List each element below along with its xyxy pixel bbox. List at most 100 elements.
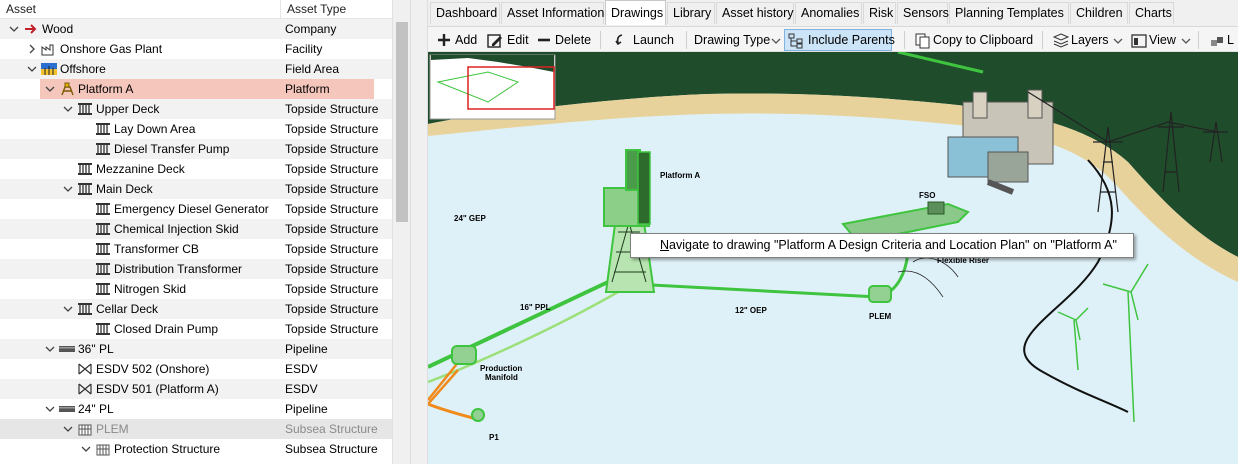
tree-row[interactable]: Transformer CB Topside Structure bbox=[0, 239, 392, 259]
collapse-chevron-icon[interactable] bbox=[62, 179, 74, 199]
tree-row[interactable]: Onshore Gas Plant Facility bbox=[0, 39, 392, 59]
tree-row[interactable]: PLEM Subsea Structure bbox=[0, 419, 392, 439]
collapse-chevron-icon[interactable] bbox=[80, 439, 92, 459]
tab-sensors[interactable]: Sensors bbox=[897, 2, 949, 24]
tree-row[interactable]: ESDV 502 (Onshore) ESDV bbox=[0, 359, 392, 379]
drawing-type-dropdown[interactable]: Drawing Type bbox=[690, 29, 782, 51]
tree-row[interactable]: Emergency Diesel Generator Topside Struct… bbox=[0, 199, 392, 219]
tab-risk[interactable]: Risk bbox=[863, 2, 896, 24]
tree-row[interactable]: Closed Drain Pump Topside Structure bbox=[0, 319, 392, 339]
plem-label: PLEM bbox=[869, 312, 892, 321]
struct-icon bbox=[95, 242, 111, 256]
add-button[interactable]: Add bbox=[432, 29, 480, 51]
tree-row[interactable]: Distribution Transformer Topside Structur… bbox=[0, 259, 392, 279]
layers-dropdown[interactable]: Layers bbox=[1048, 29, 1124, 51]
tree-row[interactable]: Nitrogen Skid Topside Structure bbox=[0, 279, 392, 299]
tree-row[interactable]: Main Deck Topside Structure bbox=[0, 179, 392, 199]
platform-a-graphic[interactable] bbox=[603, 149, 656, 293]
tree-row-label: 36" PL bbox=[78, 342, 114, 356]
tree-row-type: Subsea Structure bbox=[285, 422, 378, 436]
tree-row-type: Topside Structure bbox=[285, 302, 379, 316]
column-header-asset-type[interactable]: Asset Type bbox=[287, 2, 346, 16]
view-label: View bbox=[1149, 33, 1176, 47]
asset-tree[interactable]: Asset Asset Type Wood Company Onshore Gas … bbox=[0, 0, 410, 464]
overflow-toolbar-button[interactable]: L bbox=[1204, 29, 1238, 51]
collapse-chevron-icon[interactable] bbox=[62, 419, 74, 439]
p1-graphic[interactable] bbox=[471, 408, 485, 422]
tab-children[interactable]: Children bbox=[1070, 2, 1128, 24]
tab-charts[interactable]: Charts bbox=[1129, 2, 1174, 24]
tree-row-label: Lay Down Area bbox=[114, 122, 196, 136]
tab-asset-history[interactable]: Asset history bbox=[716, 2, 794, 24]
tree-row[interactable]: Platform A Platform bbox=[0, 79, 392, 99]
layers-label: Layers bbox=[1071, 33, 1109, 47]
collapse-chevron-icon[interactable] bbox=[44, 79, 56, 99]
launch-button[interactable]: Launch bbox=[608, 29, 682, 51]
tree-row[interactable]: Protection Structure Subsea Structure bbox=[0, 439, 392, 459]
tree-row[interactable]: Mezzanine Deck Topside Structure bbox=[0, 159, 392, 179]
field-icon bbox=[41, 62, 57, 76]
tree-row-label: Chemical Injection Skid bbox=[114, 222, 239, 236]
toolbar-separator bbox=[686, 31, 687, 49]
tree-scrollbar[interactable] bbox=[392, 0, 410, 464]
manifold-label-line2: Manifold bbox=[485, 373, 518, 382]
drawing-canvas[interactable]: Platform A FSO 24" GEP Flexible Riser 16… bbox=[428, 52, 1238, 464]
tab-drawings[interactable]: Drawings bbox=[605, 0, 666, 25]
onshore-gas-plant-graphic[interactable] bbox=[947, 89, 1054, 195]
collapse-chevron-icon[interactable] bbox=[62, 99, 74, 119]
collapse-chevron-icon[interactable] bbox=[44, 339, 56, 359]
scrollbar-thumb[interactable] bbox=[396, 22, 408, 222]
tree-row-type: Topside Structure bbox=[285, 142, 379, 156]
navigate-tooltip[interactable]: Navigate to drawing "Platform A Design C… bbox=[630, 233, 1134, 258]
collapse-chevron-icon[interactable] bbox=[44, 399, 56, 419]
panel-splitter[interactable] bbox=[410, 0, 428, 464]
delete-button[interactable]: Delete bbox=[532, 29, 594, 51]
cubes-icon bbox=[1211, 37, 1223, 46]
detail-panel: Dashboard Asset Information Drawings Librar… bbox=[428, 0, 1238, 464]
wind-turbines[interactable] bbox=[1057, 263, 1149, 423]
tree-row[interactable]: Lay Down Area Topside Structure bbox=[0, 119, 392, 139]
tree-row-label: Nitrogen Skid bbox=[114, 282, 187, 296]
collapse-chevron-icon[interactable] bbox=[26, 59, 38, 79]
view-dropdown[interactable]: View bbox=[1126, 29, 1194, 51]
subsea-icon bbox=[95, 442, 111, 456]
copy-label: Copy to Clipboard bbox=[933, 33, 1034, 47]
tree-row[interactable]: 24" PL Pipeline bbox=[0, 399, 392, 419]
expand-chevron-icon[interactable] bbox=[26, 39, 38, 59]
tree-row[interactable]: 36" PL Pipeline bbox=[0, 339, 392, 359]
mini-map[interactable] bbox=[429, 54, 556, 120]
tree-row[interactable]: Chemical Injection Skid Topside Structure bbox=[0, 219, 392, 239]
tab-dashboard[interactable]: Dashboard bbox=[430, 2, 500, 24]
collapse-chevron-icon[interactable] bbox=[62, 299, 74, 319]
tree-row-type: Company bbox=[285, 22, 337, 36]
chevron-down-icon bbox=[1181, 38, 1191, 44]
column-header-asset[interactable]: Asset bbox=[6, 2, 36, 16]
include-parents-toggle[interactable]: Include Parents bbox=[784, 29, 895, 51]
view-icon bbox=[1131, 34, 1147, 48]
copy-to-clipboard-button[interactable]: Copy to Clipboard bbox=[910, 29, 1034, 51]
edit-button[interactable]: Edit bbox=[482, 29, 530, 51]
plem-graphic[interactable] bbox=[868, 285, 892, 303]
tree-row-label: Cellar Deck bbox=[96, 302, 159, 316]
plant-icon bbox=[41, 42, 57, 56]
field-layout-drawing[interactable]: Platform A FSO 24" GEP Flexible Riser 16… bbox=[428, 52, 1238, 464]
tree-row[interactable]: Offshore Field Area bbox=[0, 59, 392, 79]
gep-label: 24" GEP bbox=[454, 214, 486, 223]
tree-row[interactable]: ESDV 501 (Platform A) ESDV bbox=[0, 379, 392, 399]
tree-row[interactable]: Diesel Transfer Pump Topside Structure bbox=[0, 139, 392, 159]
minus-icon bbox=[538, 38, 550, 42]
tree-row[interactable]: Wood Company bbox=[0, 19, 392, 39]
tree-row[interactable]: Cellar Deck Topside Structure bbox=[0, 299, 392, 319]
launch-label: Launch bbox=[633, 33, 675, 47]
pipeline-12-oep bbox=[632, 251, 910, 299]
hierarchy-icon bbox=[788, 33, 803, 49]
tab-asset-information[interactable]: Asset Information bbox=[501, 2, 604, 24]
tab-anomalies[interactable]: Anomalies bbox=[795, 2, 862, 24]
collapse-chevron-icon[interactable] bbox=[8, 19, 20, 39]
tree-row[interactable]: Upper Deck Topside Structure bbox=[0, 99, 392, 119]
column-divider[interactable] bbox=[280, 0, 281, 19]
chevron-down-icon bbox=[771, 38, 781, 44]
tab-library[interactable]: Library bbox=[667, 2, 715, 24]
tab-planning-templates[interactable]: Planning Templates bbox=[949, 2, 1069, 24]
production-manifold-graphic[interactable] bbox=[451, 345, 477, 365]
